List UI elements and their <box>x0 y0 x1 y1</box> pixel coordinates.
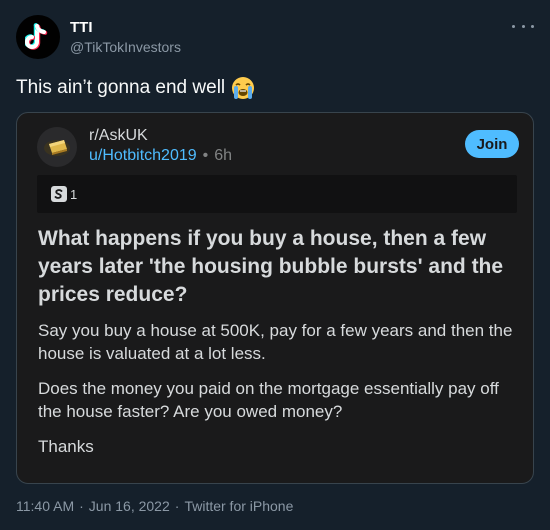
footer-separator: · <box>79 498 84 514</box>
tweet-text: This ain’t gonna end well <box>16 77 226 98</box>
tweet: TTI @TikTokInvestors This ain’t gonna en… <box>0 0 550 530</box>
post-time-ago: 6h <box>214 147 233 164</box>
more-options-icon[interactable] <box>512 18 534 34</box>
loudly-crying-face-icon <box>231 76 255 100</box>
silver-award-icon[interactable] <box>51 186 67 202</box>
post-body: Say you buy a house at 500K, pay for a f… <box>38 319 518 470</box>
tweet-time[interactable]: 11:40 AM <box>16 498 74 514</box>
join-button[interactable]: Join <box>465 130 519 158</box>
tweet-date[interactable]: Jun 16, 2022 <box>89 498 170 514</box>
tweet-text-row: This ain’t gonna end well <box>16 76 255 100</box>
meta-separator: • <box>202 147 209 164</box>
tweet-header: TTI @TikTokInvestors <box>16 12 534 62</box>
avatar[interactable] <box>16 15 60 59</box>
footer-separator: · <box>174 498 180 514</box>
quoted-reddit-post[interactable]: r/AskUK u/Hotbitch2019 • 6h Join 1 What … <box>16 112 534 484</box>
tiktok-logo-icon <box>25 23 48 50</box>
subreddit-icon <box>37 127 77 167</box>
award-bar: 1 <box>37 175 517 213</box>
award-count: 1 <box>70 186 78 202</box>
post-paragraph: Thanks <box>38 437 94 456</box>
post-paragraph: Does the money you paid on the mortgage … <box>38 379 499 421</box>
post-title: What happens if you buy a house, then a … <box>38 227 504 306</box>
post-meta: u/Hotbitch2019 • 6h <box>89 147 232 165</box>
tweet-source: Twitter for iPhone <box>184 498 294 514</box>
post-username[interactable]: u/Hotbitch2019 <box>89 147 197 165</box>
author-handle[interactable]: @TikTokInvestors <box>70 39 181 55</box>
subreddit-name[interactable]: r/AskUK <box>89 127 148 145</box>
post-paragraph: Say you buy a house at 500K, pay for a f… <box>38 321 513 363</box>
author-name[interactable]: TTI <box>70 19 93 36</box>
tweet-footer: 11:40 AM · Jun 16, 2022 · Twitter for iP… <box>16 498 293 514</box>
